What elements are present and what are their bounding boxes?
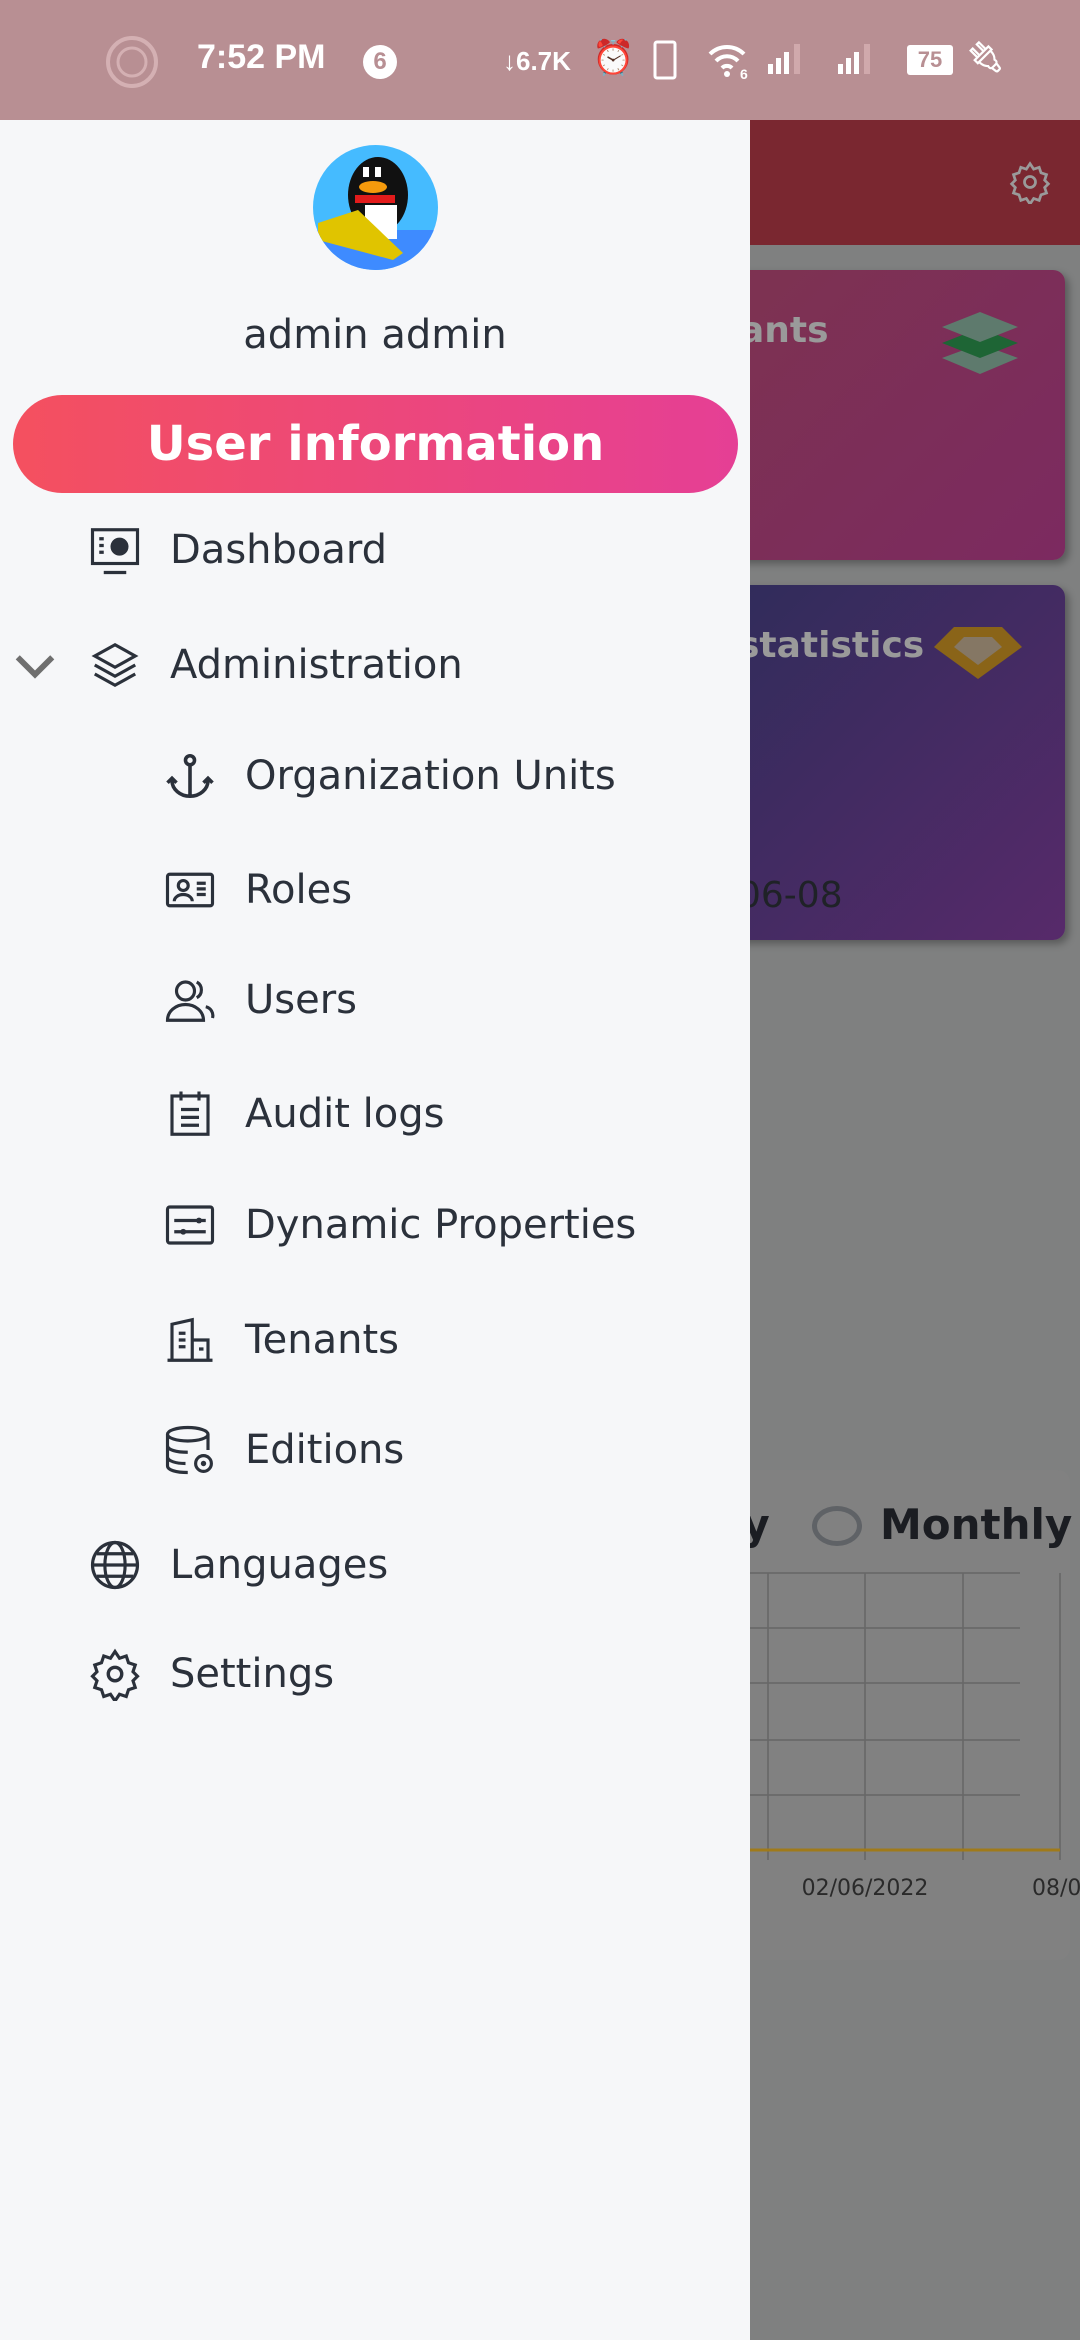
nav-item-editions[interactable]: Editions: [0, 1410, 750, 1490]
card-title: statistics: [738, 625, 925, 666]
tenants-card[interactable]: ants: [700, 270, 1065, 560]
nav-item-languages[interactable]: Languages: [0, 1525, 750, 1605]
diamond-icon: [934, 627, 1022, 679]
net-speed: ↓6.7K: [503, 46, 571, 76]
x-tick-label: 02/06/2022: [802, 1876, 929, 1901]
clipboard-icon: [170, 1091, 210, 1136]
database-gear-icon: [165, 1425, 213, 1475]
alarm-icon: ⏰: [592, 39, 635, 77]
nav-item-audit-logs[interactable]: Audit logs: [0, 1074, 750, 1154]
penguin-avatar-image: [313, 157, 438, 270]
settings-gear-icon[interactable]: [1008, 160, 1052, 204]
radio-monthly-label[interactable]: Monthly: [880, 1500, 1072, 1549]
chevron-down-icon[interactable]: [12, 638, 58, 692]
user-name: admin admin: [243, 312, 507, 358]
anchor-icon: [166, 753, 214, 799]
notification-badge: 6: [363, 45, 397, 79]
nav-item-roles[interactable]: Roles: [0, 850, 750, 930]
nav-item-administration[interactable]: Administration: [0, 625, 750, 705]
date-range: 06-08: [738, 875, 843, 916]
nav-item-dynamic-properties[interactable]: Dynamic Properties: [0, 1185, 750, 1265]
nav-item-users[interactable]: Users: [0, 960, 750, 1040]
record-icon: [106, 36, 158, 88]
nav-item-dashboard[interactable]: Dashboard: [0, 510, 750, 590]
users-icon: [165, 980, 215, 1022]
nav-item-tenants[interactable]: Tenants: [0, 1300, 750, 1380]
signal-sim2-icon: [838, 44, 870, 74]
monthly-radio[interactable]: [812, 1506, 862, 1546]
status-bar: 7:52 PM 6 ↓6.7K ⏰ 6 75 🔌︎: [0, 0, 1080, 120]
user-information-button[interactable]: User information: [13, 395, 738, 493]
building-icon: [167, 1317, 213, 1362]
globe-icon: [90, 1540, 140, 1590]
x-tick-label: 08/06/: [1032, 1876, 1080, 1901]
navigation-drawer: admin admin User information Dashboard A…: [0, 120, 750, 2340]
battery: 75: [907, 45, 953, 75]
layers-stack-icon: [942, 312, 1018, 374]
nav-item-organization-units[interactable]: Organization Units: [0, 736, 750, 816]
chart-grid: 02/06/2022 08/06/: [700, 1572, 1080, 1901]
id-card-icon: [165, 872, 215, 908]
wifi-badge: 6: [740, 66, 748, 82]
nav-item-settings[interactable]: Settings: [0, 1634, 750, 1714]
vibrate-icon: [653, 40, 677, 80]
avatar[interactable]: [313, 145, 438, 270]
layers-icon: [91, 642, 139, 688]
signal-sim1-icon: [768, 44, 800, 74]
clock: 7:52 PM: [197, 38, 326, 76]
charging-icon: 🔌︎: [966, 41, 1005, 74]
card-title: ants: [740, 310, 829, 351]
sliders-icon: [165, 1205, 215, 1245]
dashboard-icon: [90, 528, 140, 575]
gear-icon: [90, 1648, 140, 1701]
